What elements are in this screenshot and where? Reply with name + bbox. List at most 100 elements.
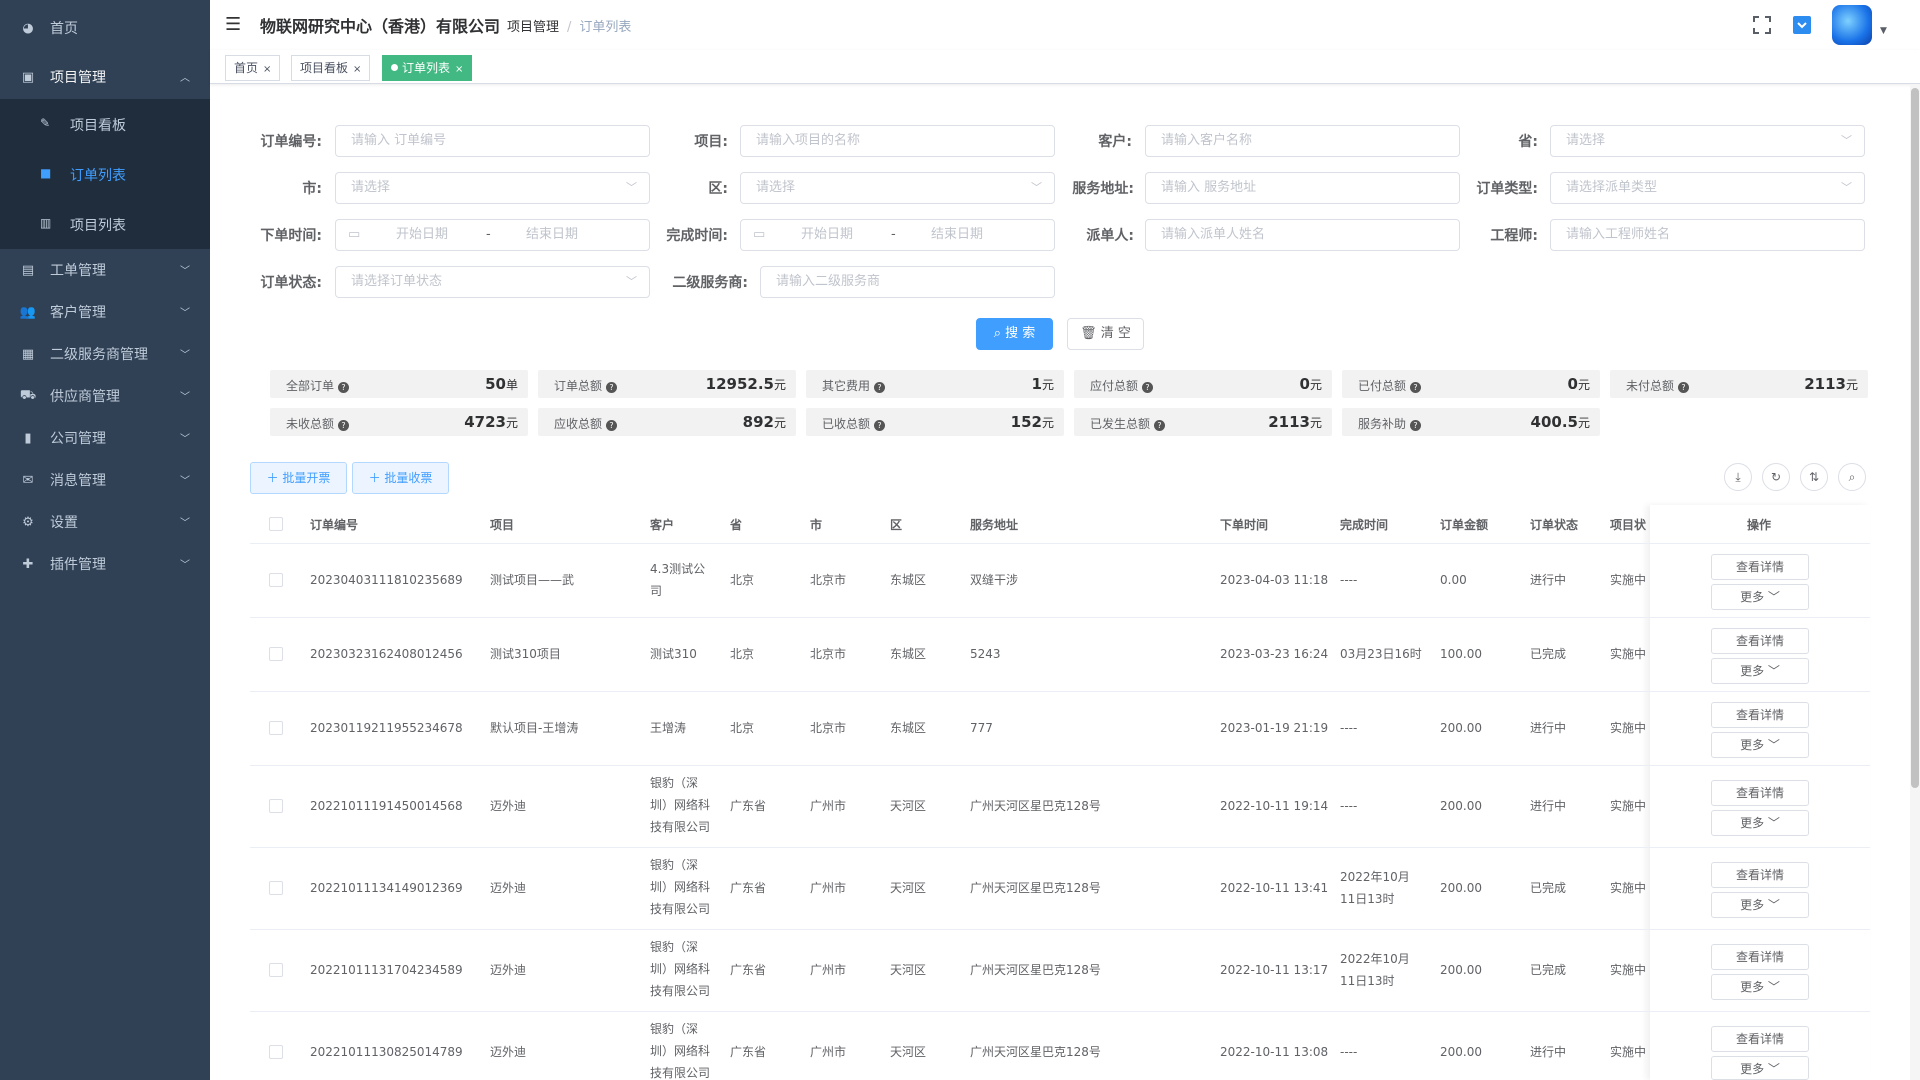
batch-receipt-button[interactable]: ＋ 批量收票 <box>352 462 449 494</box>
column-header[interactable]: 订单编号 <box>310 516 358 533</box>
layout-size-icon[interactable] <box>1792 15 1812 35</box>
city-select[interactable]: 请选择 ﹀ <box>335 172 650 204</box>
sidebar-item-messages[interactable]: ✉ 消息管理 ﹀ <box>0 459 210 501</box>
caret-down-icon[interactable]: ▼ <box>1880 26 1887 36</box>
more-dropdown[interactable]: 更多 ﹀ <box>1711 732 1809 758</box>
fullscreen-icon[interactable] <box>1752 15 1772 35</box>
sidebar-item-project-list[interactable]: ▥ 项目列表 <box>0 199 210 249</box>
more-dropdown[interactable]: 更多 ﹀ <box>1711 1056 1809 1080</box>
sidebar-item-project-management[interactable]: ▣ 项目管理 ︿ <box>0 56 210 98</box>
sidebar-item-project-board[interactable]: ✎ 项目看板 <box>0 99 210 149</box>
engineer-input[interactable]: 请输入工程师姓名 <box>1550 219 1865 251</box>
tag-order-list[interactable]: 订单列表 × <box>382 55 473 81</box>
gear-icon: ⚙ <box>22 514 34 530</box>
chevron-down-icon: ﹀ <box>180 518 190 529</box>
column-header[interactable]: 服务地址 <box>970 516 1018 533</box>
more-dropdown[interactable]: 更多 ﹀ <box>1711 974 1809 1000</box>
order-type-select[interactable]: 请选择派单类型 ﹀ <box>1550 172 1865 204</box>
order-time-range[interactable]: ▭ 开始日期 - 结束日期 <box>335 219 650 251</box>
dispatcher-input[interactable]: 请输入派单人姓名 <box>1145 219 1460 251</box>
view-detail-button[interactable]: 查看详情 <box>1711 944 1809 970</box>
finish-time-label: 完成时间: <box>666 228 728 244</box>
row-checkbox[interactable] <box>269 721 283 735</box>
sub-provider-input[interactable]: 请输入二级服务商 <box>760 266 1055 298</box>
start-date-input[interactable]: 开始日期 <box>801 220 853 250</box>
start-date-input[interactable]: 开始日期 <box>396 220 448 250</box>
columns-icon[interactable]: ⇅ <box>1800 463 1828 491</box>
cell-finish-time: 2022年10月11日13时 <box>1340 870 1410 906</box>
view-detail-button[interactable]: 查看详情 <box>1711 780 1809 806</box>
sidebar-item-suppliers[interactable]: ⛟ 供应商管理 ﹀ <box>0 375 210 417</box>
customer-input[interactable]: 请输入客户名称 <box>1145 125 1460 157</box>
more-dropdown[interactable]: 更多 ﹀ <box>1711 892 1809 918</box>
column-header[interactable]: 省 <box>730 516 742 533</box>
row-checkbox[interactable] <box>269 573 283 587</box>
close-icon[interactable]: × <box>455 64 463 75</box>
project-label: 项目: <box>694 134 728 150</box>
row-checkbox[interactable] <box>269 799 283 813</box>
district-select[interactable]: 请选择 ﹀ <box>740 172 1055 204</box>
column-header[interactable]: 市 <box>810 516 822 533</box>
cell-finish-time: 03月23日16时 <box>1340 647 1422 661</box>
status-select[interactable]: 请选择订单状态 ﹀ <box>335 266 650 298</box>
sidebar-item-home[interactable]: ◕ 首页 <box>0 7 210 49</box>
sidebar-item-customers[interactable]: 👥 客户管理 ﹀ <box>0 291 210 333</box>
column-header[interactable]: 订单金额 <box>1440 516 1488 533</box>
breadcrumb-item[interactable]: 项目管理 <box>507 20 559 35</box>
close-icon[interactable]: × <box>353 64 361 75</box>
order-no-input[interactable]: 请输入 订单编号 <box>335 125 650 157</box>
cell-finish-time: ---- <box>1340 799 1358 813</box>
row-checkbox[interactable] <box>269 1045 283 1059</box>
batch-invoice-button[interactable]: ＋ 批量开票 <box>250 462 347 494</box>
hamburger-icon[interactable]: ☰ <box>225 14 245 35</box>
more-dropdown[interactable]: 更多 ﹀ <box>1711 810 1809 836</box>
download-icon[interactable]: ⤓ <box>1724 463 1752 491</box>
row-checkbox[interactable] <box>269 881 283 895</box>
more-dropdown[interactable]: 更多 ﹀ <box>1711 658 1809 684</box>
tag-home[interactable]: 首页 × <box>225 55 281 81</box>
view-detail-button[interactable]: 查看详情 <box>1711 628 1809 654</box>
scrollbar-thumb[interactable] <box>1911 88 1919 788</box>
address-input[interactable]: 请输入 服务地址 <box>1145 172 1460 204</box>
sidebar-item-settings[interactable]: ⚙ 设置 ﹀ <box>0 501 210 543</box>
cell-province: 北京 <box>730 573 755 587</box>
sidebar-item-company[interactable]: ▮ 公司管理 ﹀ <box>0 417 210 459</box>
project-input[interactable]: 请输入项目的名称 <box>740 125 1055 157</box>
sidebar-item-work-orders[interactable]: ▤ 工单管理 ﹀ <box>0 249 210 291</box>
row-checkbox[interactable] <box>269 963 283 977</box>
more-dropdown[interactable]: 更多 ﹀ <box>1711 584 1809 610</box>
close-icon[interactable]: × <box>263 64 271 75</box>
avatar[interactable] <box>1832 5 1872 45</box>
cell-province: 广东省 <box>730 963 767 977</box>
column-header[interactable]: 项目 <box>490 516 514 533</box>
column-header[interactable]: 项目状 <box>1610 516 1650 533</box>
view-detail-button[interactable]: 查看详情 <box>1711 702 1809 728</box>
view-detail-button[interactable]: 查看详情 <box>1711 862 1809 888</box>
end-date-input[interactable]: 结束日期 <box>526 220 578 250</box>
column-header[interactable]: 下单时间 <box>1220 516 1268 533</box>
select-all-checkbox[interactable] <box>269 517 283 531</box>
chevron-down-icon: ﹀ <box>1767 664 1780 678</box>
finish-time-range[interactable]: ▭ 开始日期 - 结束日期 <box>740 219 1055 251</box>
clipboard-icon: ▤ <box>21 262 35 278</box>
search-icon[interactable]: ⌕ <box>1838 463 1866 491</box>
cell-customer: 银豹（深圳）网络科技有限公司 <box>650 940 711 998</box>
province-select[interactable]: 请选择 ﹀ <box>1550 125 1865 157</box>
end-date-input[interactable]: 结束日期 <box>931 220 983 250</box>
sidebar-item-sub-providers[interactable]: ▦ 二级服务商管理 ﹀ <box>0 333 210 375</box>
column-header[interactable]: 完成时间 <box>1340 516 1388 533</box>
refresh-icon[interactable]: ↻ <box>1762 463 1790 491</box>
column-header[interactable]: 订单状态 <box>1530 516 1578 533</box>
clear-button[interactable]: 🗑 清 空 <box>1067 318 1144 350</box>
list-icon: ■ <box>40 166 52 180</box>
row-checkbox[interactable] <box>269 647 283 661</box>
cell-order-no: 20230403111810235689 <box>310 573 463 587</box>
sidebar-item-plugins[interactable]: ✚ 插件管理 ﹀ <box>0 543 210 585</box>
view-detail-button[interactable]: 查看详情 <box>1711 554 1809 580</box>
column-header[interactable]: 区 <box>890 516 902 533</box>
search-button[interactable]: ⌕ 搜 索 <box>976 318 1053 350</box>
view-detail-button[interactable]: 查看详情 <box>1711 1026 1809 1052</box>
tag-project-board[interactable]: 项目看板 × <box>291 55 371 81</box>
column-header[interactable]: 客户 <box>650 516 674 533</box>
sidebar-item-order-list[interactable]: ■ 订单列表 <box>0 149 210 199</box>
